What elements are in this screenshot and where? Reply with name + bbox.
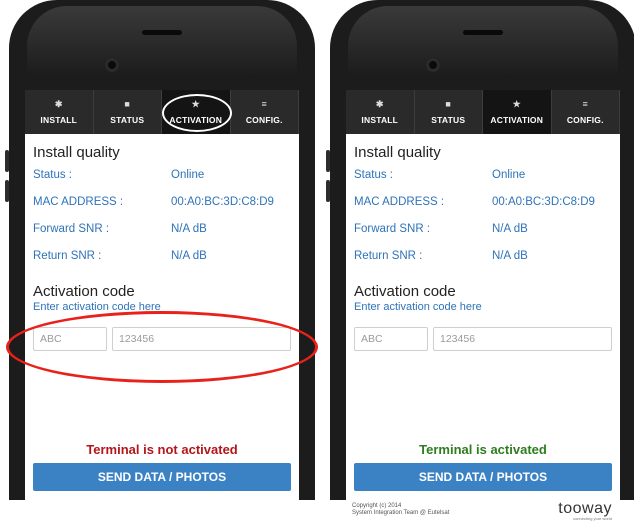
tab-install[interactable]: ✱ INSTALL (346, 90, 415, 134)
tab-label: INSTALL (361, 114, 399, 125)
info-label: Return SNR : (33, 249, 102, 262)
info-value: N/A dB (171, 249, 207, 262)
install-quality-title: Install quality (354, 144, 441, 161)
activation-hint: Enter activation code here (354, 301, 482, 313)
info-row-mac: MAC ADDRESS : 00:A0:BC:3D:C8:D9 (354, 188, 612, 215)
info-row-return-snr: Return SNR : N/A dB (354, 242, 612, 269)
info-value: N/A dB (171, 222, 207, 235)
app-screen: ✱ INSTALL ■ STATUS ★ ACTIVATION ≡ CONFIG… (346, 90, 620, 500)
phone-left: ✱ INSTALL ■ STATUS ★ ACTIVATION ≡ CONFIG… (9, 0, 315, 500)
tab-status[interactable]: ■ STATUS (94, 90, 162, 134)
info-label: Status : (354, 168, 393, 181)
annotation-circle (162, 94, 232, 132)
send-data-button[interactable]: SEND DATA / PHOTOS (33, 463, 291, 491)
copyright-text: Copyright (c) 2014 System Integration Te… (352, 503, 449, 517)
info-value: 00:A0:BC:3D:C8:D9 (171, 195, 274, 208)
footer: Copyright (c) 2014 System Integration Te… (352, 500, 622, 523)
annotation-ellipse (6, 311, 318, 383)
phone-side-button (326, 180, 330, 202)
activation-code-title: Activation code (33, 283, 135, 300)
tab-bar: ✱ INSTALL ■ STATUS ★ ACTIVATION ≡ CONFIG… (346, 90, 620, 134)
gear-icon: ✱ (54, 98, 63, 109)
info-row-return-snr: Return SNR : N/A dB (33, 242, 291, 269)
tab-label: CONFIG. (566, 114, 604, 125)
tab-label: ACTIVATION (490, 114, 544, 125)
tab-config[interactable]: ≡ CONFIG. (231, 90, 299, 134)
main-content: Install quality Status : Online MAC ADDR… (346, 144, 620, 351)
info-row-mac: MAC ADDRESS : 00:A0:BC:3D:C8:D9 (33, 188, 291, 215)
activation-status-message: Terminal is not activated (86, 442, 238, 457)
activation-code-title: Activation code (354, 283, 456, 300)
info-row-status: Status : Online (33, 161, 291, 188)
tab-label: STATUS (431, 114, 466, 125)
info-value: 00:A0:BC:3D:C8:D9 (492, 195, 595, 208)
tab-install[interactable]: ✱ INSTALL (25, 90, 94, 134)
phone-glare (348, 6, 618, 76)
info-label: Status : (33, 168, 72, 181)
gear-icon: ✱ (375, 98, 384, 109)
tab-label: INSTALL (40, 114, 78, 125)
info-label: MAC ADDRESS : (354, 195, 445, 208)
info-value: N/A dB (492, 249, 528, 262)
info-value: Online (171, 168, 205, 181)
tab-activation[interactable]: ★ ACTIVATION (483, 90, 552, 134)
phone-side-button (5, 180, 9, 202)
phone-side-button (326, 150, 330, 172)
copyright-line: Copyright (c) 2014 (352, 503, 402, 509)
activation-prefix-input[interactable]: ABC (354, 327, 428, 351)
tab-status[interactable]: ■ STATUS (415, 90, 483, 134)
info-row-forward-snr: Forward SNR : N/A dB (354, 215, 612, 242)
copyright-line: System Integration Team @ Eutelsat (352, 510, 450, 516)
info-label: MAC ADDRESS : (33, 195, 124, 208)
tab-label: STATUS (110, 114, 145, 125)
send-data-button[interactable]: SEND DATA / PHOTOS (354, 463, 612, 491)
activation-status-message: Terminal is activated (419, 442, 547, 457)
phone-side-button (5, 150, 9, 172)
phone-speaker (463, 30, 503, 35)
tab-config[interactable]: ≡ CONFIG. (552, 90, 620, 134)
phone-camera (426, 58, 440, 72)
config-icon: ≡ (582, 98, 588, 109)
info-row-forward-snr: Forward SNR : N/A dB (33, 215, 291, 242)
star-icon: ★ (512, 98, 521, 109)
activation-number-input[interactable]: 123456 (433, 327, 612, 351)
status-icon: ■ (124, 98, 131, 109)
activation-inputs: ABC 123456 (354, 327, 612, 351)
install-quality-title: Install quality (33, 144, 120, 161)
config-icon: ≡ (261, 98, 267, 109)
status-icon: ■ (445, 98, 452, 109)
phone-right: ✱ INSTALL ■ STATUS ★ ACTIVATION ≡ CONFIG… (330, 0, 634, 500)
info-label: Forward SNR : (33, 222, 110, 235)
info-label: Return SNR : (354, 249, 423, 262)
info-label: Forward SNR : (354, 222, 431, 235)
app-screen: ✱ INSTALL ■ STATUS ★ ACTIVATION ≡ CONFIG… (25, 90, 299, 500)
info-value: Online (492, 168, 526, 181)
phone-camera (105, 58, 119, 72)
info-value: N/A dB (492, 222, 528, 235)
info-row-status: Status : Online (354, 161, 612, 188)
logo-tagline: connecting your world (573, 516, 612, 521)
phone-glare (27, 6, 297, 76)
phone-speaker (142, 30, 182, 35)
tab-label: CONFIG. (245, 114, 283, 125)
